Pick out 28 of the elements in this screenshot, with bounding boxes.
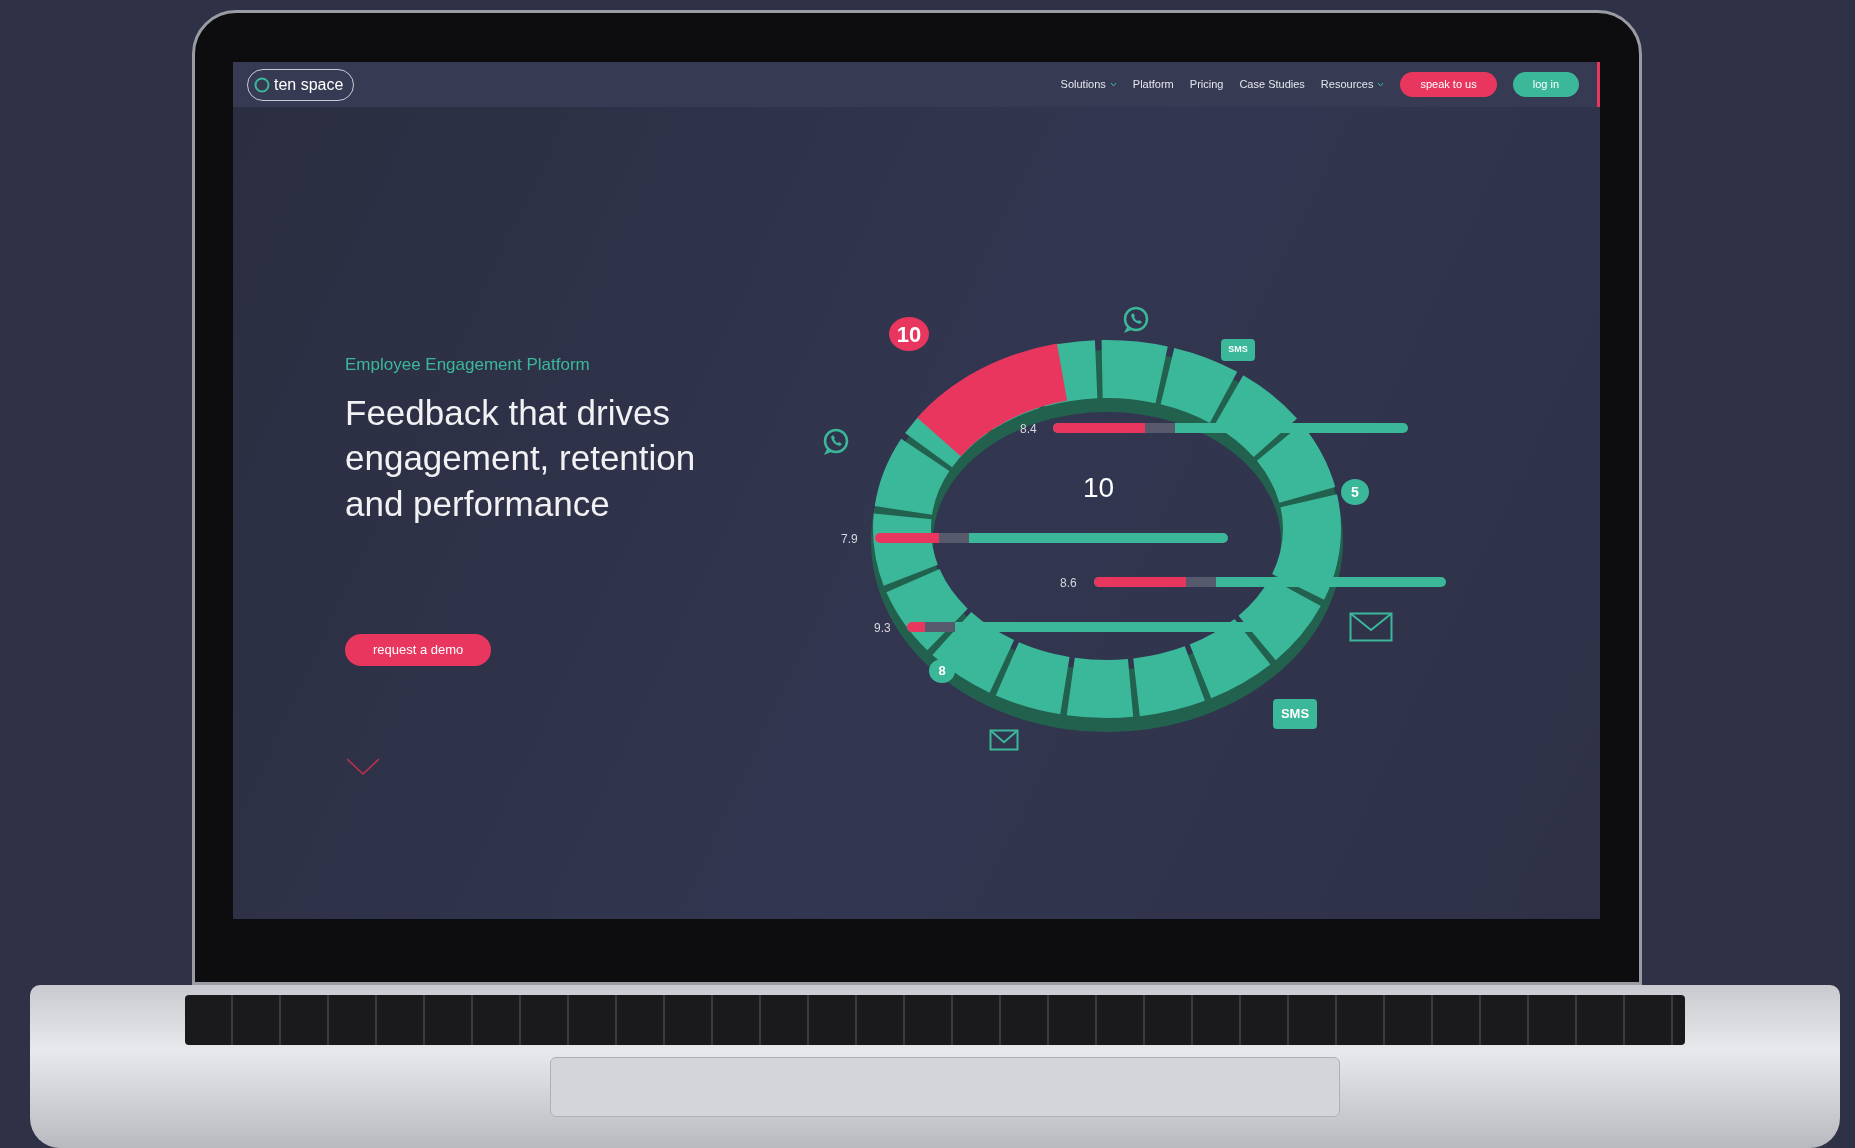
score-bar-segment — [1185, 577, 1216, 587]
score-bar-segment — [924, 622, 955, 632]
score-bar-segment — [1145, 423, 1176, 433]
center-score: 10 — [1083, 471, 1115, 505]
nav-link[interactable]: Solutions — [1060, 76, 1117, 93]
score-label: 8.6 — [1060, 575, 1077, 592]
nav-link[interactable]: Platform — [1132, 76, 1174, 93]
nav-link[interactable]: Pricing — [1189, 76, 1224, 93]
score-label: 9.3 — [874, 620, 891, 637]
score-bar-segment — [938, 533, 969, 543]
chevron-down-icon[interactable] — [345, 757, 381, 777]
score-label: 7.9 — [841, 531, 858, 548]
ring-logo-icon — [254, 76, 270, 93]
nav-link[interactable]: Case Studies — [1239, 76, 1305, 93]
envelope-icon — [989, 729, 1019, 751]
chat-bubble: SMS — [1221, 339, 1255, 361]
envelope-icon — [1349, 612, 1393, 642]
chat-bubble: SMS — [1273, 699, 1317, 729]
eyebrow-text: Employee Engagement Platform — [345, 354, 591, 376]
nav-link[interactable]: Resources — [1320, 76, 1385, 93]
hero-heading: Feedback that drives engagement, retention and performance — [345, 391, 697, 525]
request-demo-button[interactable]: request a demo — [345, 634, 492, 666]
phone-chat-icon — [1121, 305, 1151, 335]
score-label: 8.4 — [1020, 421, 1037, 438]
speak-to-us-button[interactable]: speak to us — [1400, 72, 1497, 97]
chat-bubble: 5 — [1341, 479, 1369, 505]
logo-text: ten space — [274, 74, 344, 95]
chat-bubble: 10 — [889, 317, 929, 351]
